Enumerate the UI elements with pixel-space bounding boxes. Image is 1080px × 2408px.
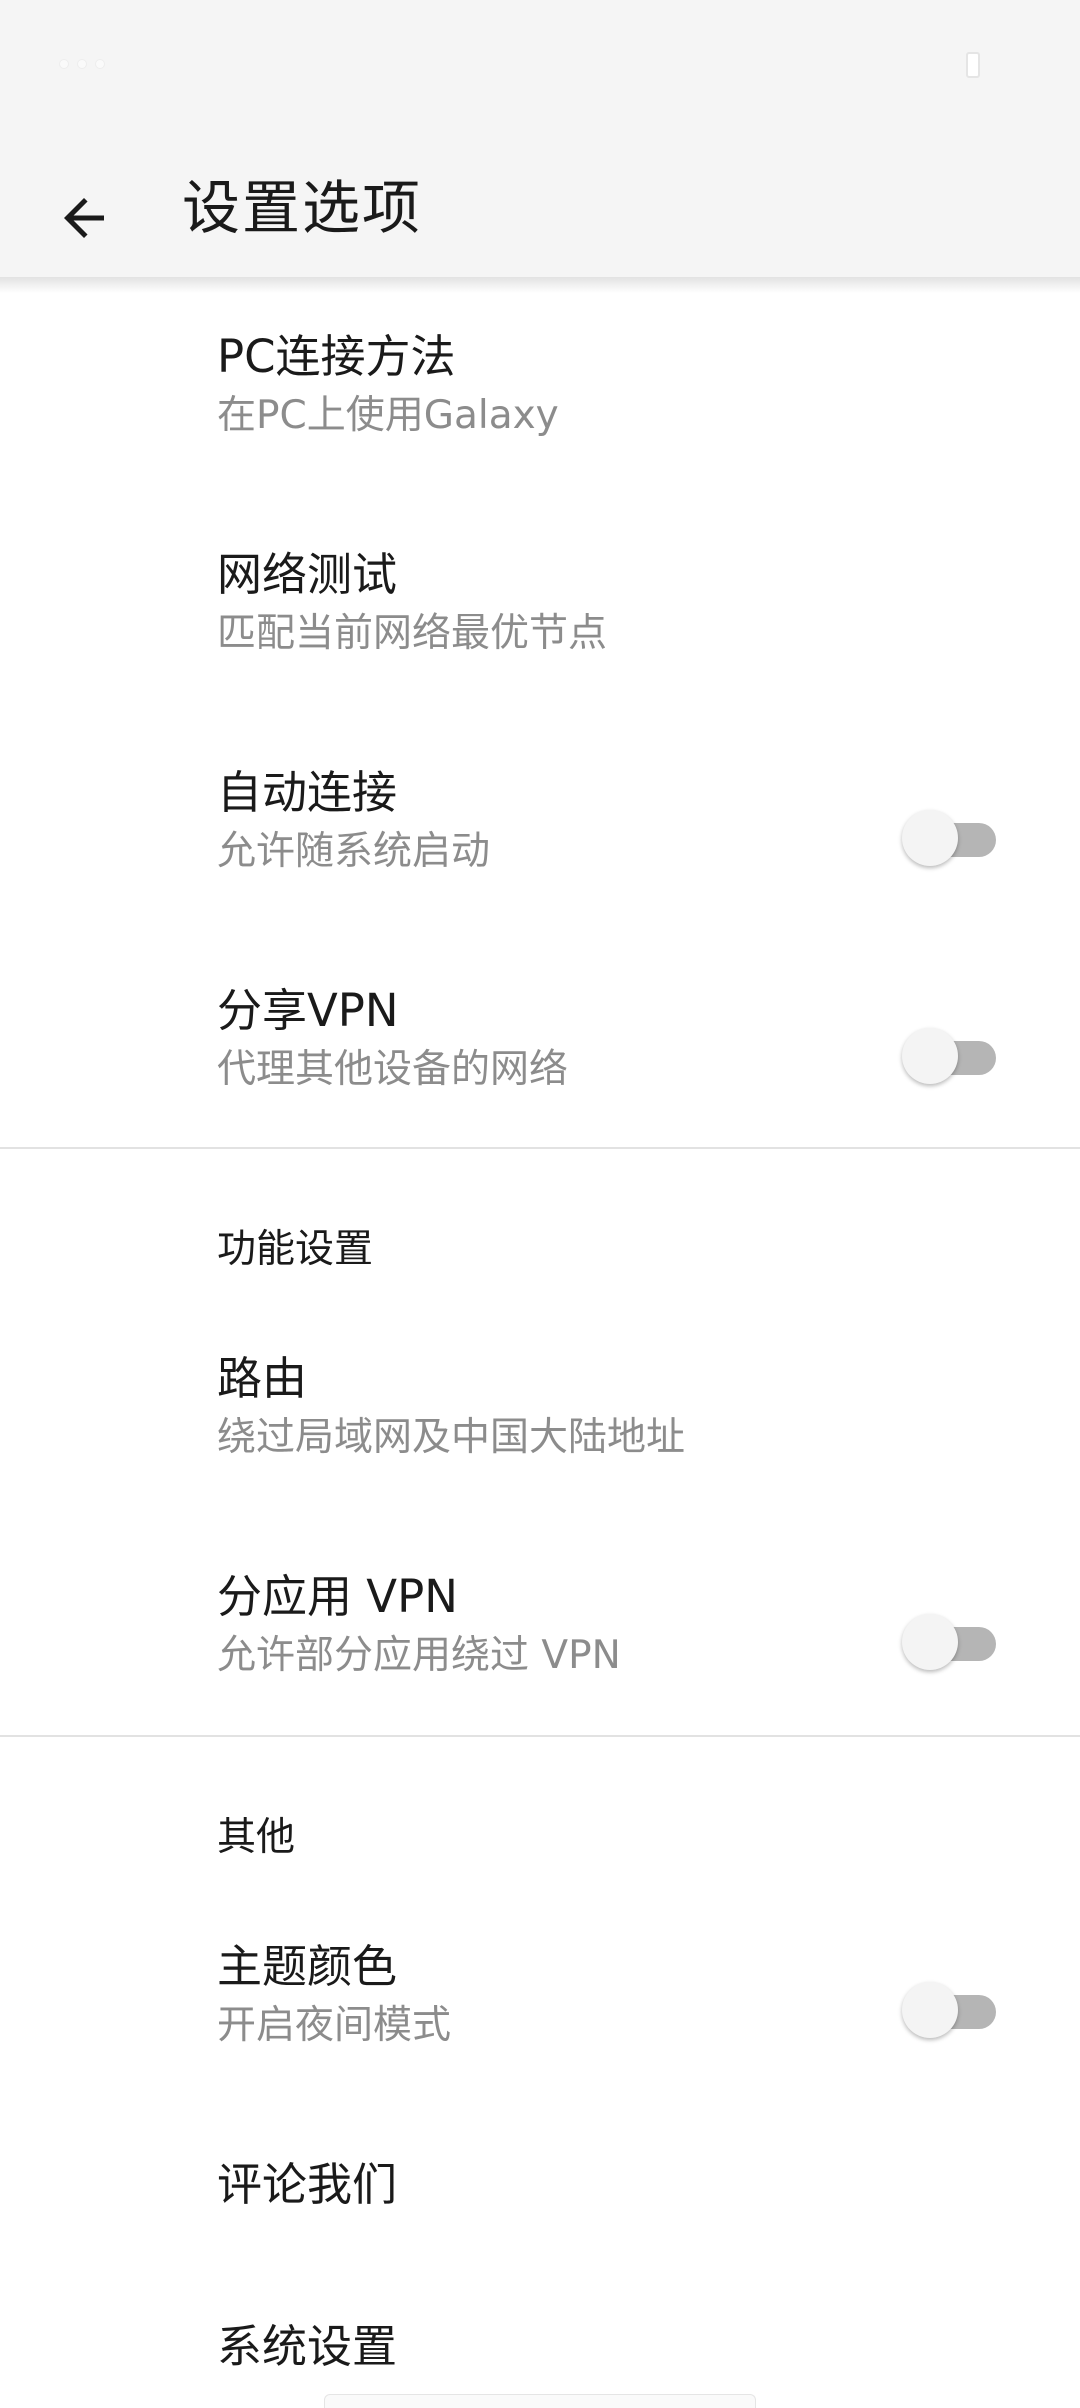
per-app-vpn-subtitle: 允许部分应用绕过 VPN: [217, 1633, 621, 1678]
share-vpn-switch[interactable]: [902, 1025, 998, 1087]
arrow-left-icon: [64, 198, 104, 238]
switch-thumb: [902, 810, 958, 866]
features-section-header: 功能设置: [217, 1227, 374, 1272]
system-settings-title: 系统设置: [217, 2320, 398, 2373]
status-bar: [0, 0, 1080, 130]
auto-connect-subtitle: 允许随系统启动: [217, 829, 491, 874]
review-us-title: 评论我们: [217, 2158, 398, 2211]
home-indicator[interactable]: [324, 2394, 756, 2408]
auto-connect-item[interactable]: 自动连接 允许随系统启动: [0, 729, 1080, 947]
theme-color-subtitle: 开启夜间模式: [217, 2003, 452, 2048]
theme-color-switch[interactable]: [902, 1979, 998, 2041]
pc-connect-title: PC连接方法: [217, 330, 456, 383]
routing-title: 路由: [217, 1352, 308, 1405]
routing-item[interactable]: 路由 绕过局域网及中国大陆地址: [0, 1317, 1080, 1535]
switch-thumb: [902, 1982, 958, 2038]
review-us-item[interactable]: 评论我们: [0, 2123, 1080, 2283]
network-test-subtitle: 匹配当前网络最优节点: [217, 611, 608, 656]
share-vpn-subtitle: 代理其他设备的网络: [217, 1047, 569, 1092]
network-test-title: 网络测试: [217, 548, 398, 601]
battery-icon: [966, 52, 980, 78]
page-title: 设置选项: [182, 174, 423, 242]
share-vpn-item[interactable]: 分享VPN 代理其他设备的网络: [0, 947, 1080, 1165]
pc-connect-subtitle: 在PC上使用Galaxy: [217, 393, 559, 438]
per-app-vpn-title: 分应用 VPN: [217, 1570, 458, 1623]
app-bar-shadow: [0, 277, 1080, 293]
section-divider: [0, 1735, 1080, 1737]
back-button[interactable]: [34, 168, 134, 268]
app-bar: 设置选项: [0, 130, 1080, 278]
per-app-vpn-item[interactable]: 分应用 VPN 允许部分应用绕过 VPN: [0, 1535, 1080, 1753]
other-section-header: 其他: [217, 1815, 296, 1860]
settings-list: PC连接方法 在PC上使用Galaxy 网络测试 匹配当前网络最优节点 自动连接…: [0, 293, 1080, 2408]
switch-thumb: [902, 1614, 958, 1670]
routing-subtitle: 绕过局域网及中国大陆地址: [217, 1415, 686, 1460]
settings-screen: 设置选项 PC连接方法 在PC上使用Galaxy 网络测试 匹配当前网络最优节点…: [0, 0, 1080, 2408]
auto-connect-switch[interactable]: [902, 807, 998, 869]
theme-color-title: 主题颜色: [217, 1940, 398, 1993]
theme-color-item[interactable]: 主题颜色 开启夜间模式: [0, 1905, 1080, 2123]
system-settings-item[interactable]: 系统设置: [0, 2283, 1080, 2408]
network-test-item[interactable]: 网络测试 匹配当前网络最优节点: [0, 511, 1080, 729]
pc-connect-item[interactable]: PC连接方法 在PC上使用Galaxy: [0, 293, 1080, 511]
switch-thumb: [902, 1028, 958, 1084]
auto-connect-title: 自动连接: [217, 766, 398, 819]
signal-icon: [60, 52, 120, 78]
per-app-vpn-switch[interactable]: [902, 1611, 998, 1673]
share-vpn-title: 分享VPN: [217, 984, 399, 1037]
section-divider: [0, 1147, 1080, 1149]
